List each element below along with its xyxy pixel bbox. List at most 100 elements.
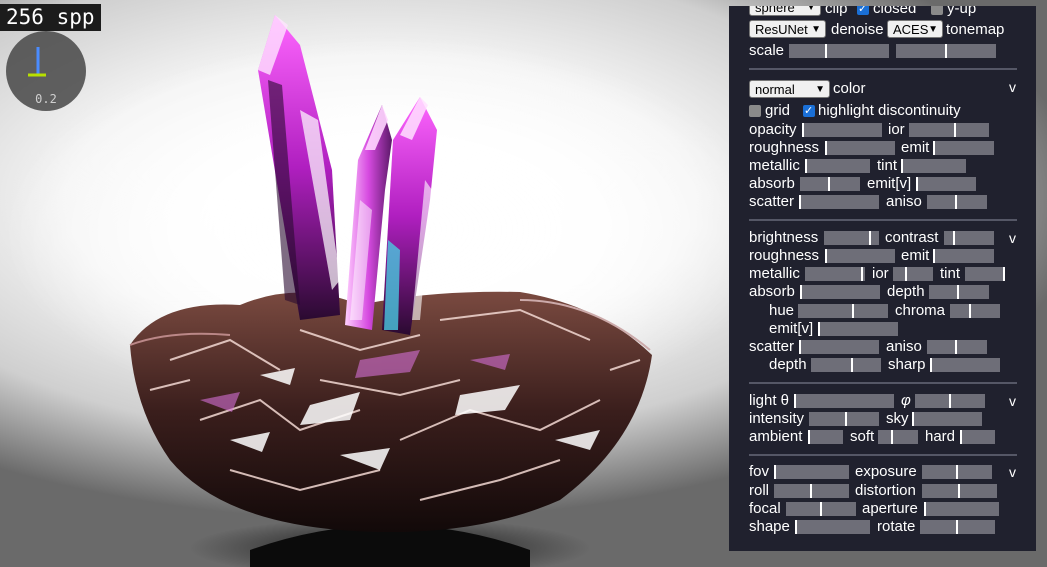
distortion-label: distortion	[855, 482, 916, 499]
grid-checkbox[interactable]	[749, 105, 761, 117]
scale-slider-b[interactable]	[896, 44, 996, 58]
medium-ior-label: ior	[872, 265, 889, 282]
medium-ior-slider[interactable]	[893, 267, 933, 281]
opacity-label: opacity	[749, 121, 797, 138]
contrast-slider[interactable]	[944, 231, 994, 245]
medium-scatter-label: scatter	[749, 338, 795, 355]
sharp-label: sharp	[888, 356, 926, 373]
grid-label: grid	[765, 102, 791, 119]
medium-absorb-slider[interactable]	[800, 285, 880, 299]
medium-tint-slider[interactable]	[965, 267, 1005, 281]
tint-slider[interactable]	[901, 159, 966, 173]
ior-slider[interactable]	[909, 123, 989, 137]
roughness-slider[interactable]	[825, 141, 895, 155]
exposure-label: exposure	[855, 463, 917, 480]
highlight-discontinuity-checkbox[interactable]	[803, 102, 815, 120]
soft-label: soft	[850, 428, 875, 445]
medium-roughness-label: roughness	[749, 247, 820, 264]
fov-slider[interactable]	[774, 465, 849, 479]
shape-select[interactable]: sphere ▼	[749, 6, 821, 16]
sharp-slider[interactable]	[930, 358, 1000, 372]
medium-scatter-slider[interactable]	[799, 340, 879, 354]
medium-tint-label: tint	[940, 265, 961, 282]
absorb-slider[interactable]	[800, 177, 860, 191]
medium-aniso-label: aniso	[886, 338, 922, 355]
emit-label: emit	[901, 139, 930, 156]
soft-slider[interactable]	[878, 430, 918, 444]
sky-label: sky	[886, 410, 909, 427]
light-phi-slider[interactable]	[915, 394, 985, 408]
medium-emit-v-slider[interactable]	[818, 322, 898, 336]
denoise-label: denoise	[831, 21, 884, 38]
exposure-slider[interactable]	[922, 465, 992, 479]
brightness-slider[interactable]	[824, 231, 879, 245]
absorb-label: absorb	[749, 175, 795, 192]
fov-label: fov	[749, 463, 770, 480]
scale-slider-a[interactable]	[789, 44, 889, 58]
opacity-slider[interactable]	[802, 123, 882, 137]
material-mode-select[interactable]: normal ▼	[749, 80, 830, 98]
collapse-medium-toggle[interactable]: v	[1009, 230, 1016, 246]
brightness-label: brightness	[749, 229, 819, 246]
rotate-slider[interactable]	[920, 520, 995, 534]
medium-absorb-label: absorb	[749, 283, 795, 300]
highlight-discontinuity-label: highlight discontinuity	[818, 102, 961, 119]
divider	[749, 454, 1017, 456]
closed-checkbox[interactable]	[857, 6, 869, 18]
samples-per-pixel-counter: 256 spp	[0, 4, 101, 31]
collapse-material-toggle[interactable]: v	[1009, 79, 1016, 95]
color-label: color	[833, 80, 866, 97]
clip-label: clip	[825, 6, 848, 17]
light-theta-slider[interactable]	[794, 394, 894, 408]
medium-depth-slider[interactable]	[811, 358, 881, 372]
tonemap-label: tonemap	[946, 21, 1005, 38]
metallic-slider[interactable]	[805, 159, 870, 173]
settings-panel: sphere▼ clip closed y-up ResUNet▼ denois…	[729, 6, 1036, 551]
gizmo-value: 0.2	[35, 92, 57, 106]
medium-emit-slider[interactable]	[933, 249, 994, 263]
distortion-slider[interactable]	[922, 484, 997, 498]
scatter-slider[interactable]	[799, 195, 879, 209]
focal-slider[interactable]	[786, 502, 856, 516]
shape-slider[interactable]	[795, 520, 870, 534]
ior-label: ior	[888, 121, 905, 138]
rotate-label: rotate	[877, 518, 916, 535]
roughness-label: roughness	[749, 139, 820, 156]
chroma-label: chroma	[895, 302, 946, 319]
yup-checkbox[interactable]	[931, 6, 943, 15]
ambient-slider[interactable]	[808, 430, 843, 444]
hard-slider[interactable]	[960, 430, 995, 444]
metallic-label: metallic	[749, 157, 800, 174]
medium-metallic-slider[interactable]	[805, 267, 865, 281]
scatter-label: scatter	[749, 193, 795, 210]
tonemap-select[interactable]: ACES ▼	[887, 20, 943, 38]
medium-depth-label: depth	[769, 356, 807, 373]
tint-label: tint	[877, 157, 898, 174]
intensity-label: intensity	[749, 410, 805, 427]
medium-roughness-slider[interactable]	[825, 249, 895, 263]
intensity-slider[interactable]	[809, 412, 879, 426]
medium-metallic-label: metallic	[749, 265, 800, 282]
aniso-slider[interactable]	[927, 195, 987, 209]
chroma-slider[interactable]	[950, 304, 1000, 318]
emit-v-slider[interactable]	[916, 177, 976, 191]
divider	[749, 219, 1017, 221]
divider	[749, 68, 1017, 70]
medium-aniso-slider[interactable]	[927, 340, 987, 354]
focal-label: focal	[749, 500, 781, 517]
denoise-select[interactable]: ResUNet ▼	[749, 20, 826, 38]
sky-slider[interactable]	[912, 412, 982, 426]
aniso-label: aniso	[886, 193, 922, 210]
orientation-gizmo[interactable]: 0.2	[6, 31, 86, 111]
light-theta-label: light θ	[749, 392, 790, 409]
shape-label: shape	[749, 518, 790, 535]
hue-slider[interactable]	[798, 304, 888, 318]
collapse-camera-toggle[interactable]: v	[1009, 464, 1016, 480]
roll-slider[interactable]	[774, 484, 849, 498]
collapse-light-toggle[interactable]: v	[1009, 393, 1016, 409]
depth-label: depth	[887, 283, 925, 300]
depth-slider[interactable]	[929, 285, 989, 299]
emit-slider[interactable]	[933, 141, 994, 155]
scale-label: scale	[749, 42, 785, 59]
aperture-slider[interactable]	[924, 502, 999, 516]
